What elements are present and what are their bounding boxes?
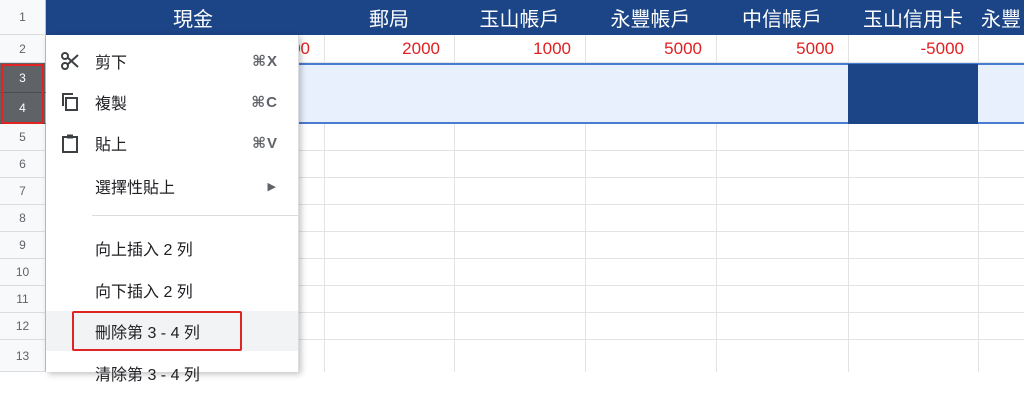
- menu-item-paste[interactable]: 貼上 ⌘V: [46, 123, 298, 163]
- menu-label-copy: 複製: [95, 96, 128, 113]
- clipboard-icon: [60, 133, 80, 153]
- row-header-8[interactable]: 8: [0, 205, 46, 232]
- header-esun-credit-card[interactable]: 玉山信用卡: [848, 0, 978, 35]
- row-header-6[interactable]: 6: [0, 151, 46, 178]
- menu-divider: [92, 215, 298, 216]
- header-sinopac-account[interactable]: 永豐帳戶: [585, 0, 716, 35]
- row-header-7[interactable]: 7: [0, 178, 46, 205]
- row-header-2[interactable]: 2: [0, 35, 46, 63]
- header-ctbc-account[interactable]: 中信帳戶: [716, 0, 848, 35]
- menu-label-cut: 剪下: [95, 55, 128, 72]
- menu-item-cut[interactable]: 剪下 ⌘X: [46, 41, 298, 81]
- row-header-9[interactable]: 9: [0, 232, 46, 259]
- shortcut-paste: ⌘V: [252, 135, 278, 152]
- menu-item-insert-below[interactable]: 向下插入 2 列: [46, 270, 298, 310]
- menu-label-insert-above: 向上插入 2 列: [95, 242, 193, 259]
- menu-label-paste: 貼上: [95, 137, 128, 154]
- header-cash[interactable]: 現金: [62, 0, 324, 35]
- filled-cell-block[interactable]: [848, 64, 978, 124]
- header-sinopac-partial[interactable]: 永豐: [978, 0, 1024, 35]
- menu-item-copy[interactable]: 複製 ⌘C: [46, 82, 298, 122]
- cell-ctbc-account-value[interactable]: 5000: [716, 36, 848, 62]
- spreadsheet: 1 2 3 4 5 6 7 8 9 10 11 12 13 現金 郵局 玉山帳戶…: [0, 0, 1024, 384]
- row-header-10[interactable]: 10: [0, 259, 46, 286]
- shortcut-copy: ⌘C: [251, 94, 278, 111]
- menu-label-paste-special: 選擇性貼上: [95, 180, 176, 197]
- scissors-icon: [60, 51, 80, 71]
- menu-label-clear-rows: 清除第 3 - 4 列: [95, 367, 200, 384]
- row-header-1[interactable]: 1: [0, 0, 46, 35]
- menu-item-paste-special[interactable]: 選擇性貼上 ▶: [46, 166, 298, 206]
- selected-rows-highlight: [1, 64, 44, 124]
- copy-icon: [60, 92, 80, 112]
- cell-post-office-value[interactable]: 2000: [324, 36, 454, 62]
- menu-item-insert-above[interactable]: 向上插入 2 列: [46, 228, 298, 268]
- row-header-5[interactable]: 5: [0, 124, 46, 151]
- cell-esun-credit-card-value[interactable]: -5000: [848, 36, 978, 62]
- row-header-11[interactable]: 11: [0, 286, 46, 313]
- chevron-right-icon: ▶: [267, 180, 276, 193]
- shortcut-cut: ⌘X: [252, 53, 278, 70]
- cell-sinopac-account-value[interactable]: 5000: [585, 36, 716, 62]
- menu-item-clear-rows[interactable]: 清除第 3 - 4 列: [46, 353, 298, 393]
- cell-esun-account-value[interactable]: 1000: [454, 36, 585, 62]
- header-post-office[interactable]: 郵局: [324, 0, 454, 35]
- row-header-13[interactable]: 13: [0, 340, 46, 372]
- header-esun-account[interactable]: 玉山帳戶: [454, 0, 585, 35]
- delete-rows-highlight: [72, 311, 242, 351]
- row-header-12[interactable]: 12: [0, 313, 46, 340]
- menu-label-insert-below: 向下插入 2 列: [95, 284, 193, 301]
